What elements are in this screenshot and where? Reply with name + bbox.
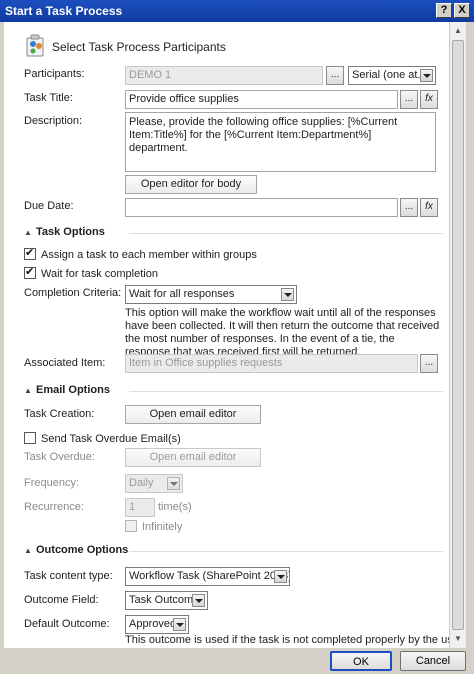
participants-label: Participants: [24,68,85,80]
section-divider [129,391,443,392]
description-label: Description: [24,115,83,127]
task-creation-label: Task Creation: [24,408,95,420]
section-divider [129,233,443,234]
outcome-options-heading: Outcome Options [36,544,129,556]
chevron-down-icon [173,618,186,631]
frequency-value: Daily [129,477,154,489]
due-date-input[interactable] [125,198,398,217]
open-email-editor-overdue-button[interactable]: Open email editor [125,448,261,467]
associated-item-field[interactable]: Item in Office supplies requests [125,354,418,373]
participants-order-select[interactable]: Serial (one at... [348,66,436,85]
section-divider [129,551,443,552]
collapse-caret-icon: ▲ [24,386,32,395]
collapse-caret-icon: ▲ [24,228,32,237]
recurrence-unit: time(s) [158,501,192,513]
scroll-up-icon[interactable]: ▲ [450,23,466,39]
people-icon [26,34,44,57]
default-outcome-select[interactable]: Approved [125,615,189,634]
scroll-down-icon[interactable]: ▼ [450,631,466,647]
header-title: Select Task Process Participants [52,40,226,54]
dialog-footer: OK Cancel [0,648,474,674]
chevron-down-icon [192,594,205,607]
open-editor-body-button[interactable]: Open editor for body [125,175,257,194]
infinitely-label: Infinitely [142,521,183,533]
recurrence-input[interactable]: 1 [125,498,155,517]
close-button[interactable]: X [454,3,470,18]
open-email-editor-button[interactable]: Open email editor [125,405,261,424]
default-outcome-label: Default Outcome: [24,618,110,630]
task-title-browse-button[interactable]: ... [400,90,418,109]
task-content-type-select[interactable]: Workflow Task (SharePoint 2013) [125,567,290,586]
outcome-field-label: Outcome Field: [24,594,99,606]
participants-order-value: Serial (one at... [352,69,427,81]
associated-item-label: Associated Item: [24,357,106,369]
due-date-label: Due Date: [24,200,74,212]
infinitely-checkbox[interactable] [125,520,137,532]
frequency-select[interactable]: Daily [125,474,183,493]
completion-criteria-note: This option will make the workflow wait … [125,307,440,358]
task-options-heading: Task Options [36,226,105,238]
collapse-caret-icon: ▲ [24,546,32,555]
default-outcome-note: This outcome is used if the task is not … [125,634,449,646]
assign-each-label: Assign a task to each member within grou… [41,249,257,261]
dialog-content: Select Task Process Participants Partici… [4,22,449,648]
due-date-fx-button[interactable]: fx [420,198,438,217]
scrollbar-thumb[interactable] [452,40,464,630]
completion-criteria-select[interactable]: Wait for all responses [125,285,297,304]
outcome-options-header[interactable]: ▲ Outcome Options [24,544,128,556]
participants-browse-button[interactable]: ... [326,66,344,85]
chevron-down-icon [420,69,433,82]
help-button[interactable]: ? [436,3,452,18]
default-outcome-value: Approved [129,618,177,630]
wait-completion-label: Wait for task completion [41,268,158,280]
task-title-label: Task Title: [24,92,73,104]
frequency-label: Frequency: [24,477,80,489]
chevron-down-icon [274,570,287,583]
send-overdue-checkbox[interactable] [24,432,36,444]
outcome-field-value: Task Outcome [129,594,200,606]
task-overdue-label: Task Overdue: [24,451,95,463]
participants-field[interactable]: DEMO 1 [125,66,323,85]
description-textarea[interactable]: Please, provide the following office sup… [125,112,436,172]
chevron-down-icon [281,288,294,301]
assign-each-checkbox[interactable] [24,246,36,260]
vertical-scrollbar[interactable]: ▲ ▼ [449,22,466,648]
completion-criteria-value: Wait for all responses [129,288,235,300]
task-title-input[interactable]: Provide office supplies [125,90,398,109]
chevron-down-icon [167,477,180,490]
send-overdue-label: Send Task Overdue Email(s) [41,433,181,445]
outcome-field-select[interactable]: Task Outcome [125,591,208,610]
window-title: Start a Task Process [5,4,123,18]
task-content-type-label: Task content type: [24,570,113,582]
title-bar: Start a Task Process ? X [0,0,474,22]
ok-button[interactable]: OK [330,651,392,671]
cancel-button[interactable]: Cancel [400,651,466,671]
completion-criteria-label: Completion Criteria: [24,287,122,299]
email-options-header[interactable]: ▲ Email Options [24,384,110,396]
task-title-fx-button[interactable]: fx [420,90,438,109]
due-date-browse-button[interactable]: ... [400,198,418,217]
task-options-header[interactable]: ▲ Task Options [24,226,105,238]
recurrence-label: Recurrence: [24,501,84,513]
associated-item-browse-button[interactable]: ... [420,354,438,373]
email-options-heading: Email Options [36,384,110,396]
task-content-type-value: Workflow Task (SharePoint 2013) [129,570,290,582]
wait-completion-checkbox[interactable] [24,265,36,279]
